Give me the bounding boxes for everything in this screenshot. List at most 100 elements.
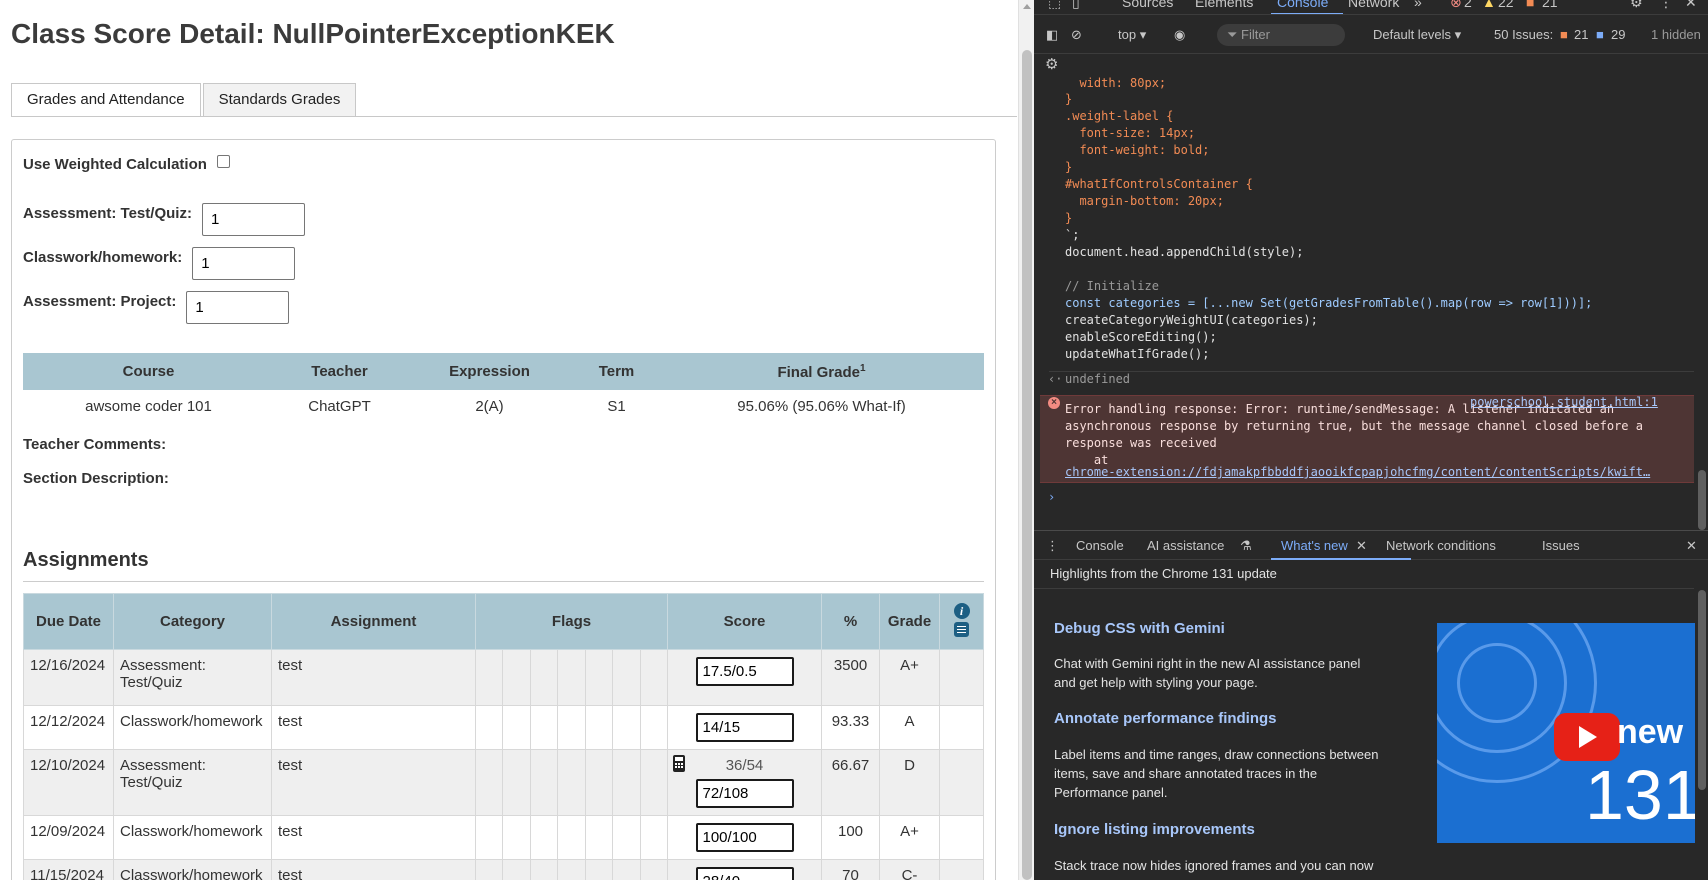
info-icon[interactable]: i	[953, 603, 970, 619]
issues-count-a[interactable]: 21	[1574, 27, 1588, 42]
tab-bar: Grades and Attendance Standards Grades	[11, 83, 358, 117]
whats-new-scrollbar-thumb[interactable]	[1698, 590, 1706, 790]
score-input[interactable]: 28/40	[695, 867, 794, 880]
console-prompt-icon[interactable]: ›	[1048, 490, 1055, 504]
score-input[interactable]: 14/15	[695, 713, 794, 742]
assignment-name[interactable]: test	[271, 859, 476, 880]
weight-row-classwork: Classwork/homework:	[23, 247, 296, 280]
inspect-element-icon[interactable]: ⬚	[1048, 0, 1061, 11]
category: Assessment: Test/Quiz	[113, 749, 272, 816]
whats-new-video-thumbnail[interactable]: new 131	[1437, 623, 1695, 843]
console-settings-gear-icon[interactable]: ⚙	[1045, 55, 1058, 73]
weighted-calculation-label: Use Weighted Calculation	[23, 156, 207, 173]
error-count-icon[interactable]: ⊗	[1450, 0, 1462, 11]
whats-new-divider	[1034, 588, 1694, 589]
code-line: enableScoreEditing();	[1065, 330, 1217, 344]
code-line: document.head.appendChild(style);	[1065, 245, 1303, 259]
col-due-date[interactable]: Due Date	[23, 593, 114, 650]
teacher-comments-label: Teacher Comments:	[23, 436, 167, 453]
clear-console-icon[interactable]: ⊘	[1071, 27, 1082, 43]
calculator-icon[interactable]	[673, 755, 685, 772]
assignment-name[interactable]: test	[271, 815, 476, 860]
warning-count[interactable]: 22	[1498, 0, 1514, 10]
code-line: font-weight: bold;	[1065, 143, 1209, 157]
issue-count[interactable]: 21	[1542, 0, 1558, 10]
close-tab-icon[interactable]: ✕	[1356, 538, 1367, 554]
flag-cell	[584, 815, 614, 860]
filter-input[interactable]: ⏷ Filter	[1217, 24, 1345, 46]
grade: D	[879, 749, 940, 816]
col-category[interactable]: Category	[113, 593, 272, 650]
weight-input-test-quiz[interactable]	[201, 203, 305, 236]
settings-gear-icon[interactable]: ⚙	[1630, 0, 1643, 11]
tab-elements[interactable]: Elements	[1195, 0, 1253, 10]
issues-label[interactable]: 50 Issues:	[1494, 27, 1553, 42]
whats-new-scrollbar[interactable]	[1696, 590, 1708, 880]
code-text: document.head.appendChild(style);	[1065, 245, 1304, 259]
issues-count-b[interactable]: 29	[1611, 27, 1625, 42]
tab-network[interactable]: Network	[1348, 0, 1399, 10]
scroll-up-arrow-icon[interactable]	[1023, 4, 1031, 9]
drawer-tab-whats-new[interactable]: What's new	[1281, 538, 1348, 553]
youtube-play-icon[interactable]	[1554, 713, 1620, 761]
score-input[interactable]: 100/100	[695, 823, 794, 852]
assignment-name[interactable]: test	[271, 649, 476, 706]
more-tabs-icon[interactable]: »	[1414, 0, 1422, 10]
comment-icon[interactable]	[954, 622, 969, 637]
console-scrollbar-thumb[interactable]	[1698, 470, 1706, 530]
icon-cell	[939, 649, 984, 706]
close-drawer-icon[interactable]: ✕	[1686, 538, 1697, 554]
tab-standards-grades[interactable]: Standards Grades	[202, 83, 357, 117]
tab-grades-attendance[interactable]: Grades and Attendance	[11, 83, 201, 117]
whats-new-item-body: Chat with Gemini right in the new AI ass…	[1054, 656, 1361, 690]
flag-cell	[584, 749, 614, 816]
scrollbar-thumb[interactable]	[1022, 50, 1032, 880]
drawer-tab-console[interactable]: Console	[1076, 538, 1124, 553]
weight-input-classwork[interactable]	[192, 247, 296, 280]
error-count[interactable]: 2	[1464, 0, 1472, 10]
assignment-name[interactable]: test	[271, 705, 476, 750]
error-source-link[interactable]: powerschool_student.html:1	[1470, 395, 1658, 409]
assignment-name[interactable]: test	[271, 749, 476, 816]
tab-console[interactable]: Console	[1277, 0, 1328, 10]
weight-input-project[interactable]	[186, 291, 290, 324]
more-options-icon[interactable]: ⋮	[1659, 0, 1673, 11]
tab-sources[interactable]: Sources	[1122, 0, 1173, 10]
error-stack-url[interactable]: chrome-extension://fdjamakpfbbddfjaooikf…	[1065, 465, 1650, 479]
device-toolbar-icon[interactable]: ▯	[1072, 0, 1080, 11]
assignments-heading: Assignments	[23, 549, 149, 571]
log-levels-dropdown[interactable]: Default levels ▾	[1373, 27, 1461, 43]
whats-new-item-title[interactable]: Annotate performance findings	[1054, 710, 1277, 727]
col-grade[interactable]: Grade	[879, 593, 940, 650]
drawer-tab-ai-assistance[interactable]: AI assistance	[1147, 538, 1224, 553]
col-score[interactable]: Score	[667, 593, 822, 650]
sidebar-toggle-icon[interactable]: ◧	[1046, 27, 1058, 43]
page-title: Class Score Detail: NullPointerException…	[11, 18, 615, 49]
drawer-tab-issues[interactable]: Issues	[1542, 538, 1580, 553]
whats-new-item-title[interactable]: Ignore listing improvements	[1054, 821, 1255, 838]
console-scrollbar[interactable]	[1696, 75, 1708, 530]
weight-label: Assessment: Test/Quiz:	[23, 205, 192, 222]
col-percent[interactable]: %	[821, 593, 880, 650]
flag-cell	[474, 749, 504, 816]
col-assignment[interactable]: Assignment	[271, 593, 476, 650]
promo-new-text: new	[1617, 713, 1684, 751]
context-selector[interactable]: top ▾	[1118, 27, 1146, 43]
warning-count-icon[interactable]: ▲	[1482, 0, 1496, 10]
due-date: 12/16/2024	[23, 649, 114, 706]
issue-count-icon[interactable]: ■	[1526, 0, 1534, 10]
score-input[interactable]: 72/108	[695, 779, 794, 808]
weighted-calculation-row: Use Weighted Calculation	[23, 155, 230, 173]
page-scrollbar[interactable]	[1018, 0, 1034, 880]
flag-cell	[639, 749, 669, 816]
percent: 70	[821, 859, 880, 880]
flag-cell	[474, 649, 504, 706]
drawer-tab-network-conditions[interactable]: Network conditions	[1386, 538, 1496, 553]
code-line: margin-bottom: 20px;	[1065, 194, 1224, 208]
score-input[interactable]: 17.5/0.5	[695, 657, 794, 686]
drawer-menu-icon[interactable]: ⋮	[1046, 538, 1059, 554]
live-expression-eye-icon[interactable]: ◉	[1174, 27, 1185, 43]
whats-new-item-title[interactable]: Debug CSS with Gemini	[1054, 620, 1225, 637]
close-devtools-icon[interactable]: ✕	[1685, 0, 1697, 11]
weighted-calculation-checkbox[interactable]	[216, 155, 230, 168]
